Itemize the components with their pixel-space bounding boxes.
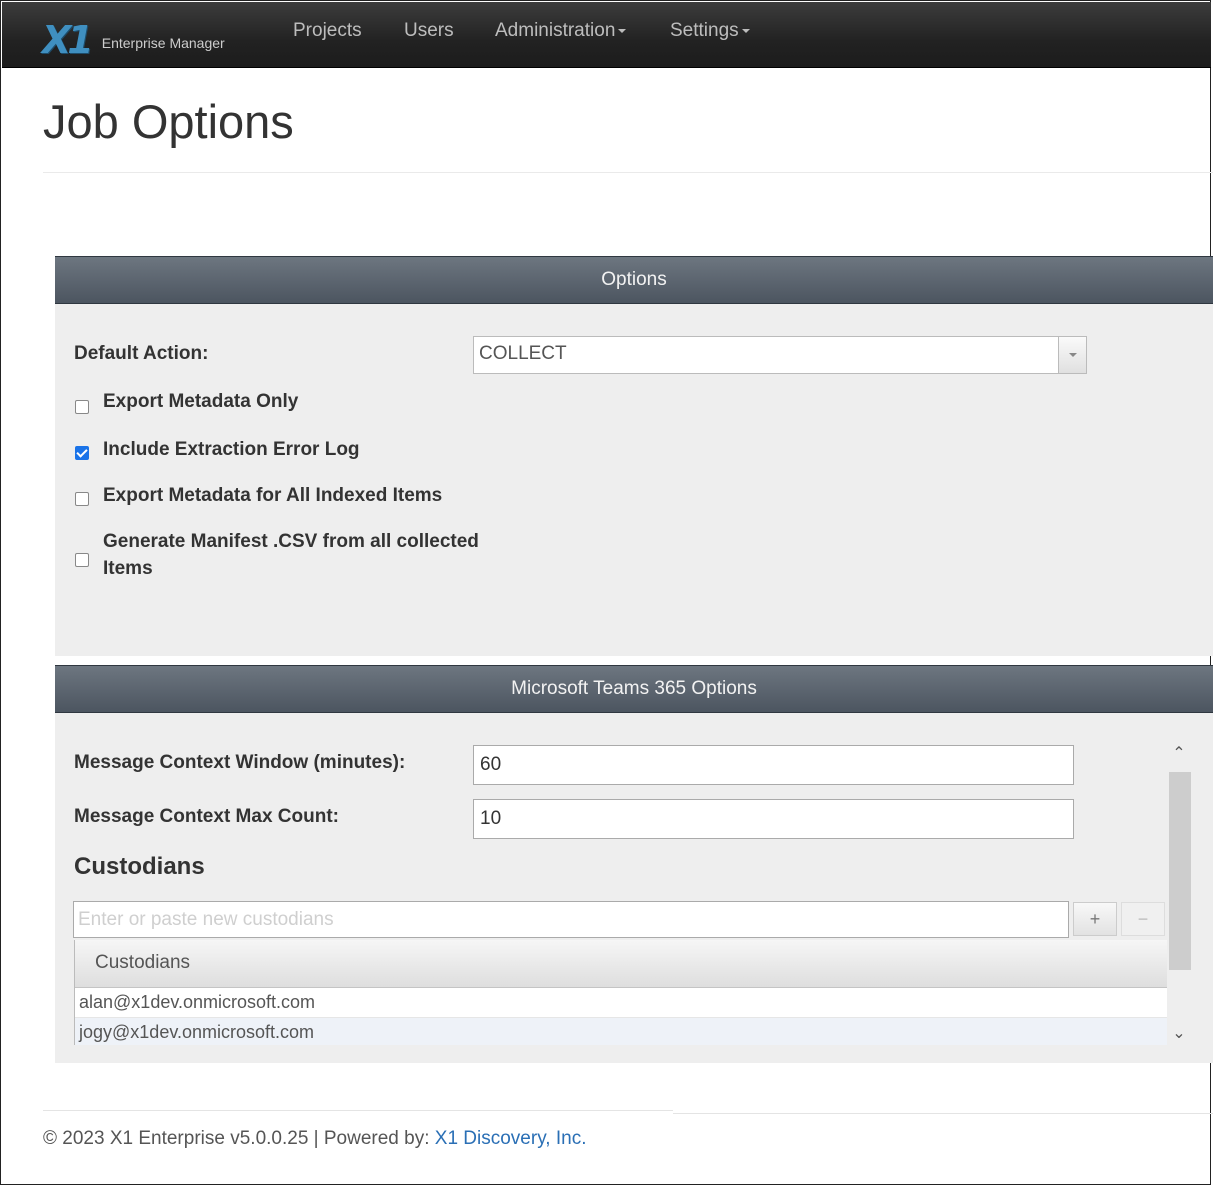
export-metadata-only-checkbox[interactable] <box>75 400 89 414</box>
chevron-down-icon[interactable] <box>1058 337 1086 373</box>
context-window-label: Message Context Window (minutes): <box>74 752 406 773</box>
panel-scrollbar[interactable]: ⌃ ⌄ <box>1167 740 1193 1050</box>
footer: © 2023 X1 Enterprise v5.0.0.25 | Powered… <box>43 1128 586 1150</box>
max-count-input[interactable] <box>473 799 1074 839</box>
chevron-down-icon[interactable]: ⌄ <box>1171 1026 1187 1042</box>
include-extraction-error-log-checkbox[interactable] <box>75 446 89 460</box>
include-extraction-error-log-label[interactable]: Include Extraction Error Log <box>103 436 360 463</box>
custodians-heading: Custodians <box>74 853 205 880</box>
brand-text: Enterprise Manager <box>101 35 225 51</box>
footer-text: © 2023 X1 Enterprise v5.0.0.25 | Powered… <box>43 1128 430 1149</box>
generate-manifest-csv-label[interactable]: Generate Manifest .CSV from all collecte… <box>103 528 523 582</box>
footer-company-link[interactable]: X1 Discovery, Inc. <box>435 1128 587 1149</box>
page-title: Job Options <box>43 95 294 148</box>
scrollbar-thumb[interactable] <box>1169 772 1191 970</box>
teams-options-panel: Microsoft Teams 365 Options Message Cont… <box>55 665 1213 1063</box>
table-row[interactable]: jogy@x1dev.onmicrosoft.com <box>75 1018 1167 1045</box>
default-action-label: Default Action: <box>74 343 209 364</box>
add-custodian-button[interactable]: + <box>1073 902 1117 936</box>
custodians-table: Custodians alan@x1dev.onmicrosoft.com jo… <box>74 940 1168 1045</box>
nav-settings-label: Settings <box>670 20 739 41</box>
caret-down-icon <box>618 28 627 33</box>
nav-settings[interactable]: Settings <box>670 20 750 42</box>
options-panel: Options Default Action: COLLECT Export M… <box>55 256 1213 656</box>
max-count-label: Message Context Max Count: <box>74 806 339 827</box>
x1-logo: X1 <box>42 18 94 62</box>
custodian-input[interactable] <box>73 901 1069 938</box>
chevron-up-icon[interactable]: ⌃ <box>1171 746 1187 762</box>
options-panel-header: Options <box>55 256 1213 304</box>
nav-users[interactable]: Users <box>404 20 454 42</box>
nav-projects[interactable]: Projects <box>293 20 362 42</box>
custodians-table-header[interactable]: Custodians <box>75 940 1167 988</box>
generate-manifest-csv-checkbox[interactable] <box>75 553 89 567</box>
teams-panel-header: Microsoft Teams 365 Options <box>55 665 1213 713</box>
title-divider <box>43 172 1213 173</box>
default-action-value: COLLECT <box>479 343 567 364</box>
brand[interactable]: X1 Enterprise Manager <box>42 20 225 60</box>
export-metadata-only-label[interactable]: Export Metadata Only <box>103 388 298 415</box>
remove-custodian-button[interactable]: − <box>1121 902 1165 936</box>
nav-administration-label: Administration <box>495 20 616 41</box>
default-action-select[interactable]: COLLECT <box>473 336 1087 374</box>
nav-administration[interactable]: Administration <box>495 20 627 42</box>
table-row[interactable]: alan@x1dev.onmicrosoft.com <box>75 988 1167 1018</box>
footer-divider <box>43 1110 673 1111</box>
export-metadata-all-indexed-checkbox[interactable] <box>75 492 89 506</box>
export-metadata-all-indexed-label[interactable]: Export Metadata for All Indexed Items <box>103 482 442 509</box>
caret-down-icon <box>741 28 750 33</box>
footer-divider <box>673 1113 1213 1114</box>
top-navbar: X1 Enterprise Manager Projects Users Adm… <box>2 2 1211 68</box>
context-window-input[interactable] <box>473 745 1074 785</box>
